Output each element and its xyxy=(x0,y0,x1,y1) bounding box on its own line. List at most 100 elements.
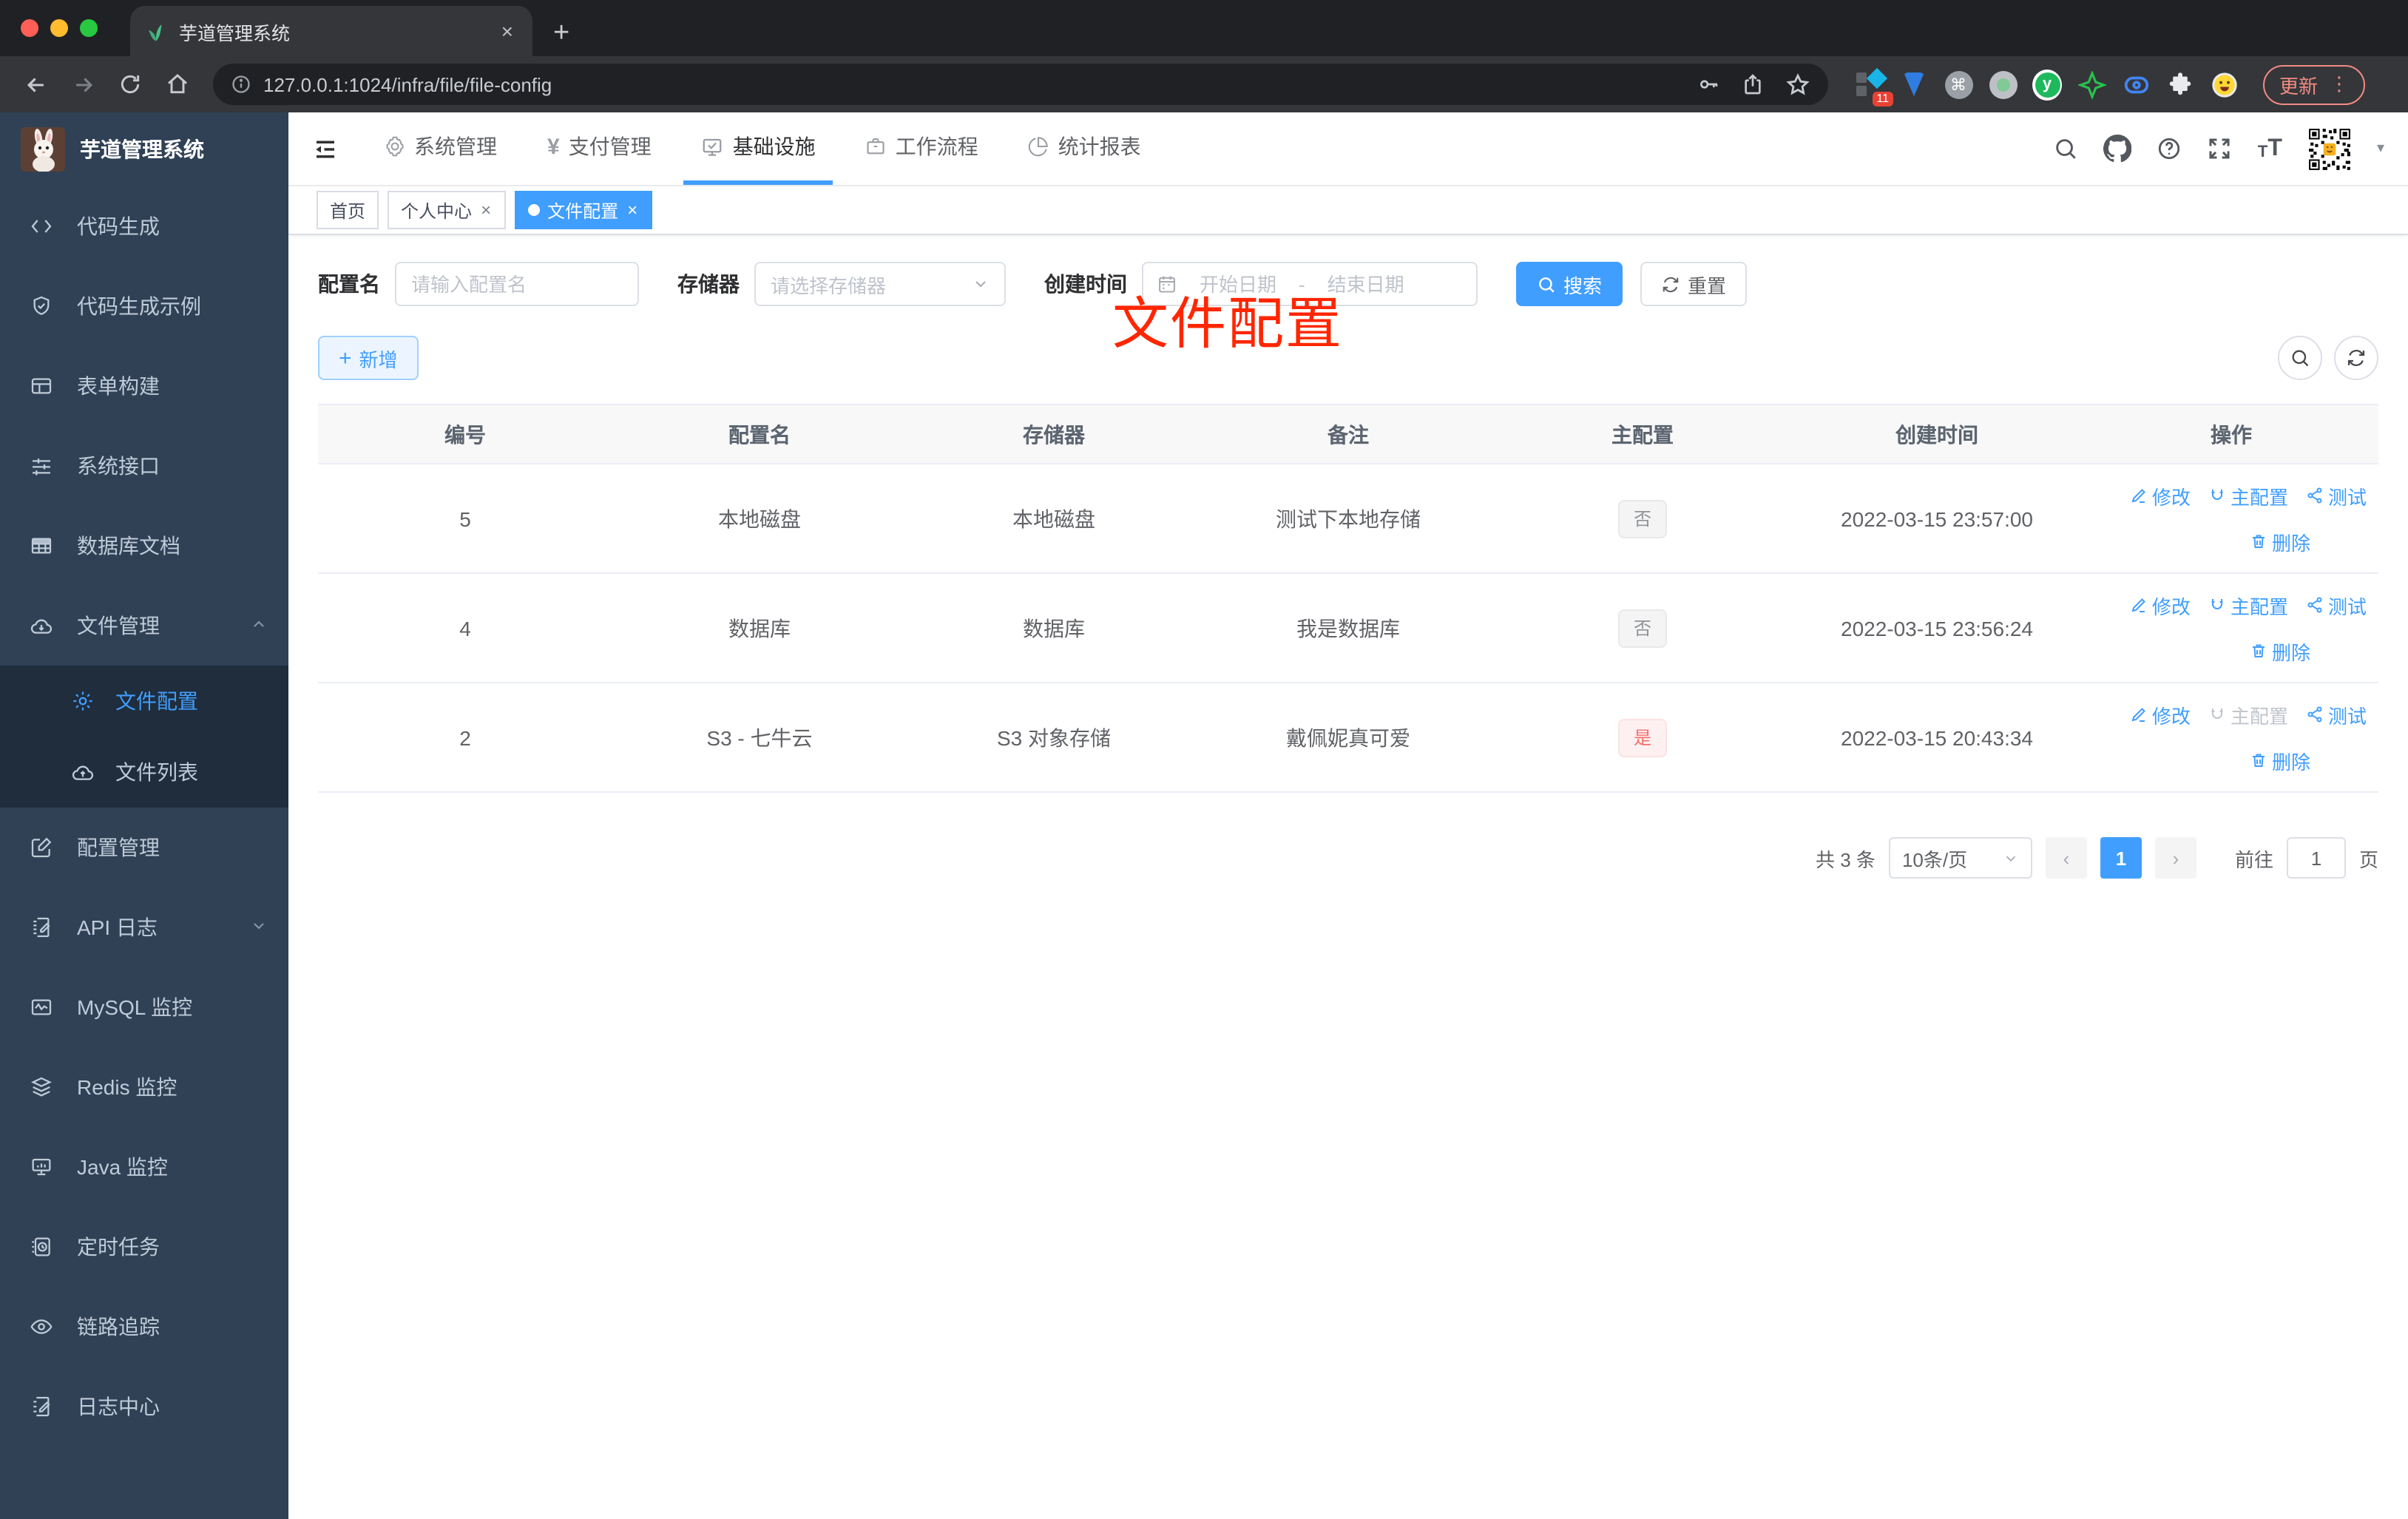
macos-traffic-lights[interactable] xyxy=(21,19,98,37)
next-page-button[interactable]: › xyxy=(2154,837,2196,879)
sidebar-item-log-center[interactable]: 日志中心 xyxy=(0,1367,288,1447)
user-avatar-qr[interactable] xyxy=(2307,126,2352,171)
extension-kite-icon[interactable] xyxy=(1899,70,1929,99)
goto-page-input[interactable] xyxy=(2286,837,2346,879)
col-created: 创建时间 xyxy=(1790,404,2084,464)
extension-y-icon[interactable]: y xyxy=(2032,69,2062,100)
sidebar-item-cron-job[interactable]: 定时任务 xyxy=(0,1207,288,1287)
extension-star-icon[interactable] xyxy=(2077,70,2106,99)
extension-eye-icon[interactable] xyxy=(2121,70,2151,99)
delete-link[interactable]: 删除 xyxy=(2250,527,2310,555)
home-icon[interactable] xyxy=(157,64,198,105)
page-1-button[interactable]: 1 xyxy=(2100,837,2142,879)
close-icon[interactable]: × xyxy=(479,200,493,220)
master-link[interactable]: 主配置 xyxy=(2208,481,2288,510)
cell-created: 2022-03-15 20:43:34 xyxy=(1790,683,2084,793)
new-tab-button[interactable]: + xyxy=(553,19,569,47)
extension-grid-icon[interactable]: 11 xyxy=(1855,67,1893,106)
user-menu-caret-icon[interactable]: ▾ xyxy=(2377,141,2384,157)
forward-icon[interactable] xyxy=(62,64,104,105)
close-icon[interactable]: × xyxy=(626,200,639,220)
goto-label: 前往 xyxy=(2234,848,2273,870)
table-row: 4 数据库 数据库 我是数据库 否 2022-03-15 23:56:24 修改… xyxy=(318,573,2378,683)
nav-workflow[interactable]: 工作流程 xyxy=(848,112,996,185)
fullscreen-icon[interactable] xyxy=(2208,136,2233,161)
bookmark-star-icon[interactable] xyxy=(1785,72,1810,97)
reset-button[interactable]: 重置 xyxy=(1640,262,1748,306)
tab-close-icon[interactable]: × xyxy=(497,19,518,43)
cell-remark: 我是数据库 xyxy=(1201,573,1495,683)
minimize-window-button[interactable] xyxy=(50,19,68,37)
master-link-disabled: 主配置 xyxy=(2208,700,2288,728)
nav-system-manage[interactable]: 系统管理 xyxy=(367,112,515,185)
profile-avatar-emoji[interactable] xyxy=(2210,70,2239,99)
prev-page-button[interactable]: ‹ xyxy=(2045,837,2087,879)
add-button[interactable]: + 新增 xyxy=(318,336,419,380)
sidebar-item-form-builder[interactable]: 表单构建 xyxy=(0,346,288,426)
edit-icon xyxy=(2131,708,2145,722)
sidebar-item-java-monitor[interactable]: Java 监控 xyxy=(0,1127,288,1207)
sidebar-item-db-doc[interactable]: 数据库文档 xyxy=(0,506,288,586)
browser-tab[interactable]: 芋道管理系统 × xyxy=(130,6,532,56)
github-icon[interactable] xyxy=(2103,135,2132,163)
sidebar-item-config-manage[interactable]: 配置管理 xyxy=(0,808,288,887)
address-bar[interactable]: 127.0.0.1:1024/infra/file/file-config xyxy=(213,64,1828,105)
sidebar-item-code-demo[interactable]: 代码生成示例 xyxy=(0,266,288,346)
font-size-icon[interactable]: TT xyxy=(2258,136,2282,160)
browser-menu-icon[interactable]: ⋮ xyxy=(2330,72,2349,96)
search-button[interactable]: 搜索 xyxy=(1516,262,1623,306)
share-icon[interactable] xyxy=(1741,72,1765,96)
modify-link[interactable]: 修改 xyxy=(2130,591,2191,619)
table-toolbar: + 新增 xyxy=(318,336,2378,380)
nav-pay-manage[interactable]: ¥ 支付管理 xyxy=(530,112,669,185)
test-link[interactable]: 测试 xyxy=(2306,591,2367,619)
table-refresh-button[interactable] xyxy=(2334,336,2378,380)
test-link[interactable]: 测试 xyxy=(2306,481,2367,510)
nav-report[interactable]: 统计报表 xyxy=(1011,112,1159,185)
modify-link[interactable]: 修改 xyxy=(2130,481,2191,510)
extensions-puzzle-icon[interactable] xyxy=(2165,70,2195,99)
collapse-sidebar-icon[interactable] xyxy=(312,135,339,162)
reload-icon[interactable] xyxy=(109,64,151,105)
delete-link[interactable]: 删除 xyxy=(2250,746,2310,774)
pagination-total: 共 3 条 xyxy=(1816,848,1876,870)
storage-select[interactable]: 请选择存储器 xyxy=(754,262,1006,306)
search-icon[interactable] xyxy=(2054,136,2079,161)
cell-id: 4 xyxy=(318,573,612,683)
modify-link[interactable]: 修改 xyxy=(2130,700,2191,728)
tag-home[interactable]: 首页 xyxy=(317,191,379,229)
close-window-button[interactable] xyxy=(21,19,38,37)
tag-profile[interactable]: 个人中心 × xyxy=(388,191,507,229)
nav-infrastructure[interactable]: 基础设施 xyxy=(683,112,833,185)
extension-dot-icon[interactable] xyxy=(1988,70,2018,99)
sidebar-item-file-config[interactable]: 文件配置 xyxy=(0,666,288,737)
password-key-icon[interactable] xyxy=(1697,72,1720,96)
sidebar-item-redis-monitor[interactable]: Redis 监控 xyxy=(0,1047,288,1127)
cell-created: 2022-03-15 23:57:00 xyxy=(1790,464,2084,574)
tag-file-config[interactable]: 文件配置 × xyxy=(515,191,653,229)
back-icon[interactable] xyxy=(15,64,56,105)
page-unit-label: 页 xyxy=(2358,848,2378,870)
help-icon[interactable] xyxy=(2157,136,2182,161)
sidebar-item-api-log[interactable]: API 日志 xyxy=(0,887,288,967)
extension-command-icon[interactable]: ⌘ xyxy=(1944,70,1973,99)
master-link[interactable]: 主配置 xyxy=(2208,591,2288,619)
site-info-icon[interactable] xyxy=(231,74,251,95)
delete-link[interactable]: 删除 xyxy=(2250,637,2310,665)
page-size-select[interactable]: 10条/页 xyxy=(1888,837,2032,879)
chrome-update-button[interactable]: 更新 ⋮ xyxy=(2263,64,2366,104)
config-name-input[interactable] xyxy=(395,262,639,306)
zoom-window-button[interactable] xyxy=(80,19,98,37)
sidebar-item-system-api[interactable]: 系统接口 xyxy=(0,426,288,506)
sidebar-item-mysql-monitor[interactable]: MySQL 监控 xyxy=(0,967,288,1047)
table-search-toggle-button[interactable] xyxy=(2278,336,2322,380)
sidebar-item-trace[interactable]: 链路追踪 xyxy=(0,1287,288,1367)
sidebar-logo[interactable]: 芋道管理系统 xyxy=(0,112,288,186)
monitor-check-icon xyxy=(702,135,724,158)
sidebar-item-code-gen[interactable]: 代码生成 xyxy=(0,186,288,266)
sidebar-item-file-list[interactable]: 文件列表 xyxy=(0,737,288,808)
url-text[interactable]: 127.0.0.1:1024/infra/file/file-config xyxy=(263,73,1685,95)
sidebar-item-file-manage[interactable]: 文件管理 xyxy=(0,586,288,666)
trash-icon xyxy=(2252,644,2265,657)
test-link[interactable]: 测试 xyxy=(2306,700,2367,728)
